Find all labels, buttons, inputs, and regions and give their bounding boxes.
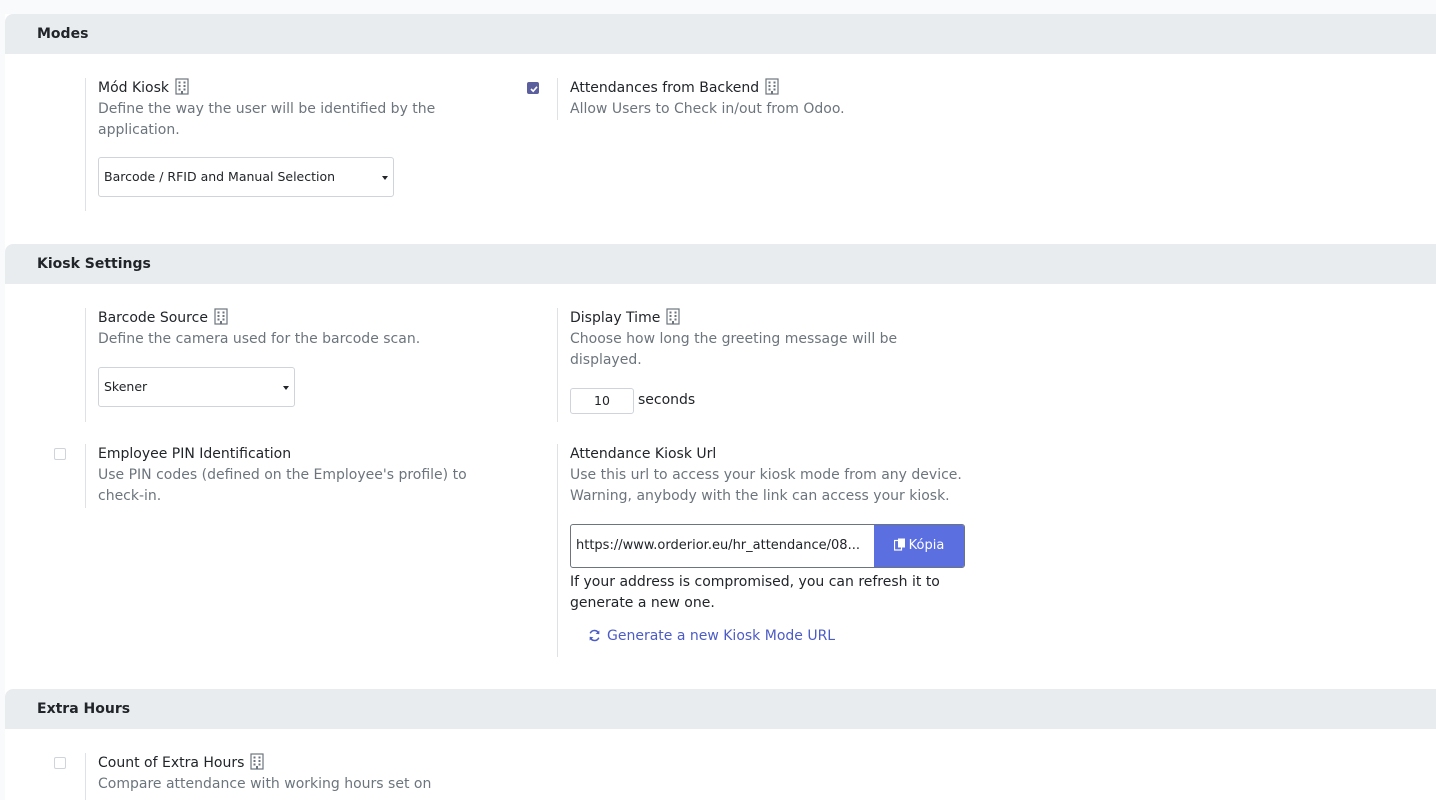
copy-button-label: Kópia [908, 538, 945, 553]
copy-button[interactable]: Kópia [874, 525, 964, 567]
section-header-extra-hours: Extra Hours [5, 689, 1436, 729]
left-strip [0, 0, 5, 800]
caret-down-icon [283, 386, 289, 390]
extra-hours-description: Compare attendance with working hours se… [98, 776, 432, 792]
company-building-icon [250, 753, 265, 776]
kiosk-url-description-1: Use this url to access your kiosk mode f… [570, 467, 962, 483]
mod-kiosk-description: Define the way the user will be identifi… [98, 101, 436, 138]
display-time-description: Choose how long the greeting message wil… [570, 331, 898, 368]
setting-divider [85, 78, 86, 211]
company-building-icon [214, 308, 228, 331]
generate-kiosk-url-label: Generate a new Kiosk Mode URL [607, 628, 836, 644]
mod-kiosk-select[interactable]: Barcode / RFID and Manual Selection [98, 157, 394, 197]
display-time-input[interactable]: 10 [570, 388, 634, 414]
mod-kiosk-selected-value: Barcode / RFID and Manual Selection [104, 169, 336, 184]
attendances-backend-label: Attendances from Backend [570, 78, 779, 101]
mod-kiosk-label: Mód Kiosk [98, 78, 189, 101]
barcode-source-description: Define the camera used for the barcode s… [98, 331, 421, 347]
extra-hours-checkbox[interactable] [54, 757, 66, 769]
employee-pin-label: Employee PIN Identification [98, 446, 292, 462]
employee-pin-description: Use PIN codes (defined on the Employee's… [98, 467, 467, 504]
attendances-backend-checkbox[interactable] [527, 82, 539, 94]
barcode-source-selected-value: Skener [104, 379, 148, 394]
setting-divider [85, 308, 86, 422]
setting-divider [557, 78, 558, 120]
top-strip [0, 0, 1436, 14]
display-time-unit: seconds [638, 392, 696, 408]
barcode-source-label: Barcode Source [98, 308, 228, 331]
company-building-icon [175, 78, 189, 101]
section-header-kiosk-settings: Kiosk Settings [5, 244, 1436, 284]
extra-hours-label: Count of Extra Hours [98, 753, 265, 776]
kiosk-url-label: Attendance Kiosk Url [570, 446, 717, 462]
caret-down-icon [382, 176, 388, 180]
display-time-label: Display Time [570, 308, 680, 331]
refresh-icon [589, 629, 600, 642]
kiosk-url-field[interactable]: https://www.orderior.eu/hr_attendance/08… [571, 525, 875, 567]
generate-kiosk-url-link[interactable]: Generate a new Kiosk Mode URL [588, 626, 835, 646]
kiosk-url-description-2: Warning, anybody with the link can acces… [570, 488, 950, 504]
setting-divider [85, 753, 86, 800]
company-building-icon [666, 308, 680, 331]
attendances-backend-description: Allow Users to Check in/out from Odoo. [570, 101, 845, 117]
kiosk-url-field-group: https://www.orderior.eu/hr_attendance/08… [570, 524, 965, 568]
section-header-modes: Modes [5, 14, 1436, 54]
barcode-source-select[interactable]: Skener [98, 367, 295, 407]
setting-divider [557, 308, 558, 422]
kiosk-url-note: If your address is compromised, you can … [570, 574, 940, 611]
setting-divider [85, 444, 86, 508]
company-building-icon [765, 78, 779, 101]
employee-pin-checkbox[interactable] [54, 448, 66, 460]
clipboard-icon [893, 538, 905, 551]
setting-divider [557, 444, 558, 657]
check-icon [530, 86, 538, 93]
